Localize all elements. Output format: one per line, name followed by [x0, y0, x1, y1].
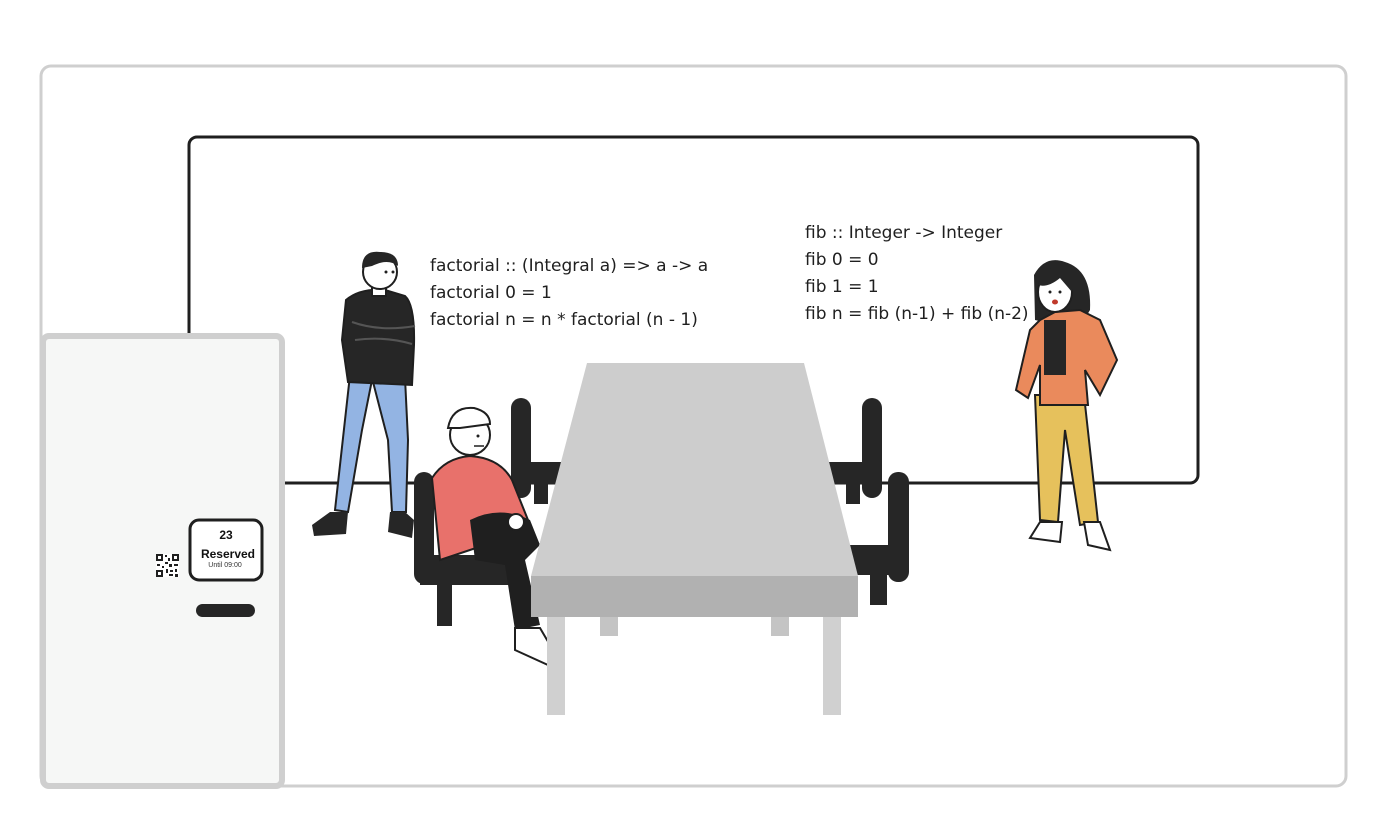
code-line: fib 1 = 1 — [805, 277, 879, 297]
room-status: Reserved — [201, 547, 255, 561]
meeting-room-scene: factorial :: (Integral a) => a -> a fact… — [39, 64, 1348, 789]
code-line: fib 0 = 0 — [805, 250, 879, 270]
table-top — [531, 363, 858, 576]
door-handle[interactable] — [196, 604, 255, 617]
table-leg — [547, 617, 565, 715]
qr-code-icon — [156, 554, 179, 577]
code-line: factorial :: (Integral a) => a -> a — [430, 256, 708, 276]
code-line: factorial n = n * factorial (n - 1) — [430, 310, 698, 330]
code-line: fib n = fib (n-1) + fib (n-2) — [805, 304, 1029, 324]
code-line: factorial 0 = 1 — [430, 283, 552, 303]
code-line: fib :: Integer -> Integer — [805, 223, 1002, 243]
room-number: 23 — [219, 528, 233, 542]
room-status-sign: 23 Reserved Until 09:00 — [188, 518, 264, 582]
table-front-edge — [531, 576, 858, 617]
room-status-detail: Until 09:00 — [208, 562, 242, 569]
table-leg — [823, 617, 841, 715]
